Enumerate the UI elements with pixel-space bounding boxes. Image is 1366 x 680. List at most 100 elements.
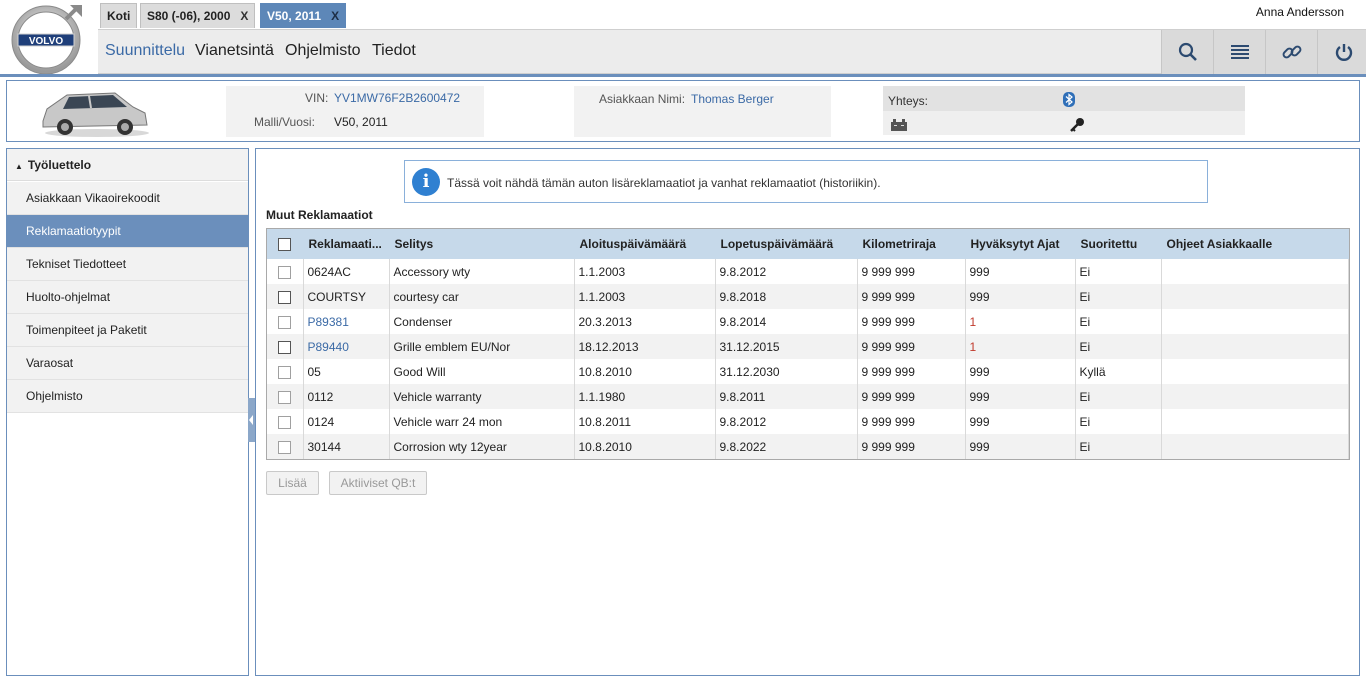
main-nav: Suunnittelu Vianetsintä Ohjelmisto Tiedo… bbox=[98, 29, 1366, 74]
cell-km: 9 999 999 bbox=[857, 284, 966, 309]
cell-desc: Accessory wty bbox=[389, 259, 575, 284]
search-icon bbox=[1178, 42, 1197, 61]
cell-notes bbox=[1161, 334, 1349, 359]
row-checkbox[interactable] bbox=[278, 440, 292, 454]
list-icon bbox=[1230, 45, 1249, 59]
col-header[interactable]: Suoritettu bbox=[1075, 229, 1162, 259]
cell-code: 0112 bbox=[303, 384, 390, 409]
col-header[interactable]: Reklamaati... bbox=[303, 229, 390, 259]
info-icon: i bbox=[412, 168, 440, 196]
table-row[interactable]: 30144 Corrosion wty 12year 10.8.2010 9.8… bbox=[267, 434, 1349, 459]
cell-hours: 999 bbox=[965, 409, 1076, 434]
table-row[interactable]: 0624AC Accessory wty 1.1.2003 9.8.2012 9… bbox=[267, 259, 1349, 284]
close-icon[interactable]: X bbox=[331, 9, 339, 23]
nav-vianetsinta[interactable]: Vianetsintä bbox=[195, 42, 274, 60]
info-message: i Tässä voit nähdä tämän auton lisärekla… bbox=[404, 160, 1208, 203]
table-row[interactable]: COURTSY courtesy car 1.1.2003 9.8.2018 9… bbox=[267, 284, 1349, 309]
sidebar-header[interactable]: ▲ Työluettelo bbox=[7, 149, 248, 181]
table-row[interactable]: 0124 Vehicle warr 24 mon 10.8.2011 9.8.2… bbox=[267, 409, 1349, 434]
row-checkbox[interactable] bbox=[278, 265, 292, 279]
cell-done: Kyllä bbox=[1075, 359, 1162, 384]
cell-start: 10.8.2010 bbox=[574, 434, 716, 459]
key-icon bbox=[1069, 117, 1085, 136]
link-button[interactable] bbox=[1265, 30, 1317, 74]
nav-ohjelmisto[interactable]: Ohjelmisto bbox=[285, 42, 361, 60]
cell-km: 9 999 999 bbox=[857, 359, 966, 384]
row-checkbox[interactable] bbox=[278, 340, 292, 354]
col-header[interactable]: Kilometriraja bbox=[857, 229, 966, 259]
nav-tiedot[interactable]: Tiedot bbox=[372, 42, 416, 60]
col-header[interactable]: Aloituspäivämäärä bbox=[574, 229, 716, 259]
cell-end: 31.12.2030 bbox=[715, 359, 858, 384]
col-header[interactable]: Lopetuspäivämäärä bbox=[715, 229, 858, 259]
row-checkbox[interactable] bbox=[278, 315, 292, 329]
cell-code: 0124 bbox=[303, 409, 390, 434]
tab-label: Koti bbox=[107, 9, 131, 23]
col-header[interactable]: Hyväksytyt Ajat bbox=[965, 229, 1076, 259]
volvo-logo[interactable]: VOLVO bbox=[8, 2, 86, 75]
list-button[interactable] bbox=[1213, 30, 1265, 74]
user-name[interactable]: Anna Andersson bbox=[1256, 5, 1344, 19]
sidebar-item-ohjelmisto[interactable]: Ohjelmisto bbox=[7, 380, 248, 413]
cell-desc: courtesy car bbox=[389, 284, 575, 309]
vin-value[interactable]: YV1MW76F2B2600472 bbox=[334, 91, 460, 105]
tab-s80[interactable]: S80 (-06), 2000 X bbox=[140, 3, 256, 28]
cell-done: Ei bbox=[1075, 384, 1162, 409]
table-row[interactable]: 0112 Vehicle warranty 1.1.1980 9.8.2011 … bbox=[267, 384, 1349, 409]
cell-done: Ei bbox=[1075, 409, 1162, 434]
cell-notes bbox=[1161, 409, 1349, 434]
cell-notes bbox=[1161, 309, 1349, 334]
col-header[interactable]: Selitys bbox=[389, 229, 575, 259]
connection-status-row bbox=[883, 111, 1245, 135]
cell-desc: Grille emblem EU/Nor bbox=[389, 334, 575, 359]
row-checkbox[interactable] bbox=[278, 390, 292, 404]
cell-start: 1.1.1980 bbox=[574, 384, 716, 409]
sidebar-item-tekniset-tiedotteet[interactable]: Tekniset Tiedotteet bbox=[7, 248, 248, 281]
cell-code-link[interactable]: P89440 bbox=[303, 334, 390, 359]
nav-suunnittelu[interactable]: Suunnittelu bbox=[105, 42, 185, 60]
active-qb-button[interactable]: Aktiiviset QB:t bbox=[329, 471, 427, 495]
link-icon bbox=[1282, 45, 1301, 59]
logo-text: VOLVO bbox=[29, 36, 63, 47]
cell-hours: 1 bbox=[965, 309, 1076, 334]
main-panel: i Tässä voit nähdä tämän auton lisärekla… bbox=[255, 148, 1360, 676]
sidebar-item-huolto-ohjelmat[interactable]: Huolto-ohjelmat bbox=[7, 281, 248, 314]
row-select-cell bbox=[267, 434, 304, 459]
row-checkbox[interactable] bbox=[278, 415, 292, 429]
tab-home[interactable]: Koti bbox=[100, 3, 138, 28]
cell-hours: 1 bbox=[965, 334, 1076, 359]
tab-v50[interactable]: V50, 2011 X bbox=[260, 3, 347, 28]
sidebar-item-reklamaatiotyypit[interactable]: Reklamaatiotyypit bbox=[7, 215, 248, 248]
sidebar-item-vikaoirekoodit[interactable]: Asiakkaan Vikaoirekoodit bbox=[7, 182, 248, 215]
close-icon[interactable]: X bbox=[240, 9, 248, 23]
cell-code-link[interactable]: P89381 bbox=[303, 309, 390, 334]
cell-notes bbox=[1161, 434, 1349, 459]
cell-start: 10.8.2011 bbox=[574, 409, 716, 434]
sidebar-item-varaosat[interactable]: Varaosat bbox=[7, 347, 248, 380]
cell-done: Ei bbox=[1075, 309, 1162, 334]
cell-hours: 999 bbox=[965, 259, 1076, 284]
sidebar-item-toimenpiteet[interactable]: Toimenpiteet ja Paketit bbox=[7, 314, 248, 347]
col-header[interactable]: Ohjeet Asiakkaalle bbox=[1161, 229, 1349, 259]
search-button[interactable] bbox=[1161, 30, 1213, 74]
row-checkbox[interactable] bbox=[278, 290, 292, 304]
power-button[interactable] bbox=[1317, 30, 1366, 74]
table-row[interactable]: 05 Good Will 10.8.2010 31.12.2030 9 999 … bbox=[267, 359, 1349, 384]
row-checkbox[interactable] bbox=[278, 365, 292, 379]
cell-hours: 999 bbox=[965, 434, 1076, 459]
cell-hours: 999 bbox=[965, 284, 1076, 309]
add-button[interactable]: Lisää bbox=[266, 471, 319, 495]
bluetooth-icon bbox=[1063, 92, 1075, 110]
select-all-checkbox[interactable] bbox=[278, 238, 292, 252]
model-label: Malli/Vuosi: bbox=[254, 115, 315, 129]
cell-start: 18.12.2013 bbox=[574, 334, 716, 359]
claims-table: Reklamaati... Selitys Aloituspäivämäärä … bbox=[266, 228, 1350, 460]
select-all-cell bbox=[267, 229, 304, 259]
cell-notes bbox=[1161, 359, 1349, 384]
customer-value[interactable]: Thomas Berger bbox=[691, 92, 774, 106]
table-row[interactable]: P89381 Condenser 20.3.2013 9.8.2014 9 99… bbox=[267, 309, 1349, 334]
cell-code: 30144 bbox=[303, 434, 390, 459]
collapse-triangle-icon: ▲ bbox=[15, 162, 23, 171]
sidebar-collapse-handle[interactable] bbox=[248, 398, 255, 442]
table-row[interactable]: P89440 Grille emblem EU/Nor 18.12.2013 3… bbox=[267, 334, 1349, 359]
